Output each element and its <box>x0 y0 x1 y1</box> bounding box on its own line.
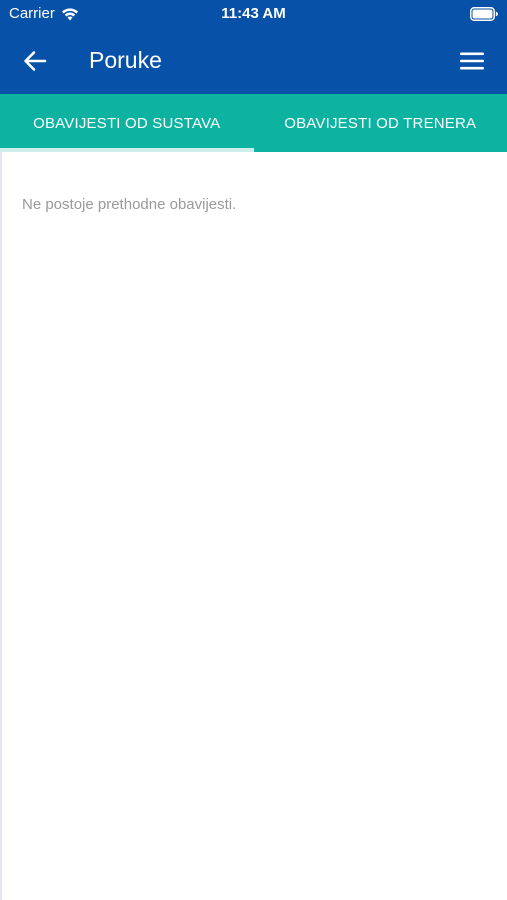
tab-label: OBAVIJESTI OD SUSTAVA <box>33 114 221 132</box>
arrow-left-icon <box>24 51 47 71</box>
battery-icon <box>470 7 498 21</box>
menu-button[interactable] <box>455 44 489 78</box>
app-header: Carrier 11:43 AM Poruke <box>0 0 507 94</box>
tab-coach-notifications[interactable]: OBAVIJESTI OD TRENERA <box>254 94 507 152</box>
notifications-list: Ne postoje prethodne obavijesti. <box>0 152 507 900</box>
navigation-bar: Poruke <box>0 28 507 94</box>
empty-state-message: Ne postoje prethodne obavijesti. <box>22 196 237 213</box>
status-bar: Carrier 11:43 AM <box>0 0 507 28</box>
hamburger-menu-icon <box>460 52 484 70</box>
tab-system-notifications[interactable]: OBAVIJESTI OD SUSTAVA <box>0 94 254 152</box>
back-button[interactable] <box>18 44 52 78</box>
status-time: 11:43 AM <box>221 5 286 22</box>
notification-tabs: OBAVIJESTI OD SUSTAVA OBAVIJESTI OD TREN… <box>0 94 507 152</box>
tab-label: OBAVIJESTI OD TRENERA <box>284 114 477 132</box>
messages-screen: Carrier 11:43 AM Poruke OBAVIJESTI OD SU… <box>0 0 507 900</box>
page-title: Poruke <box>89 47 162 73</box>
